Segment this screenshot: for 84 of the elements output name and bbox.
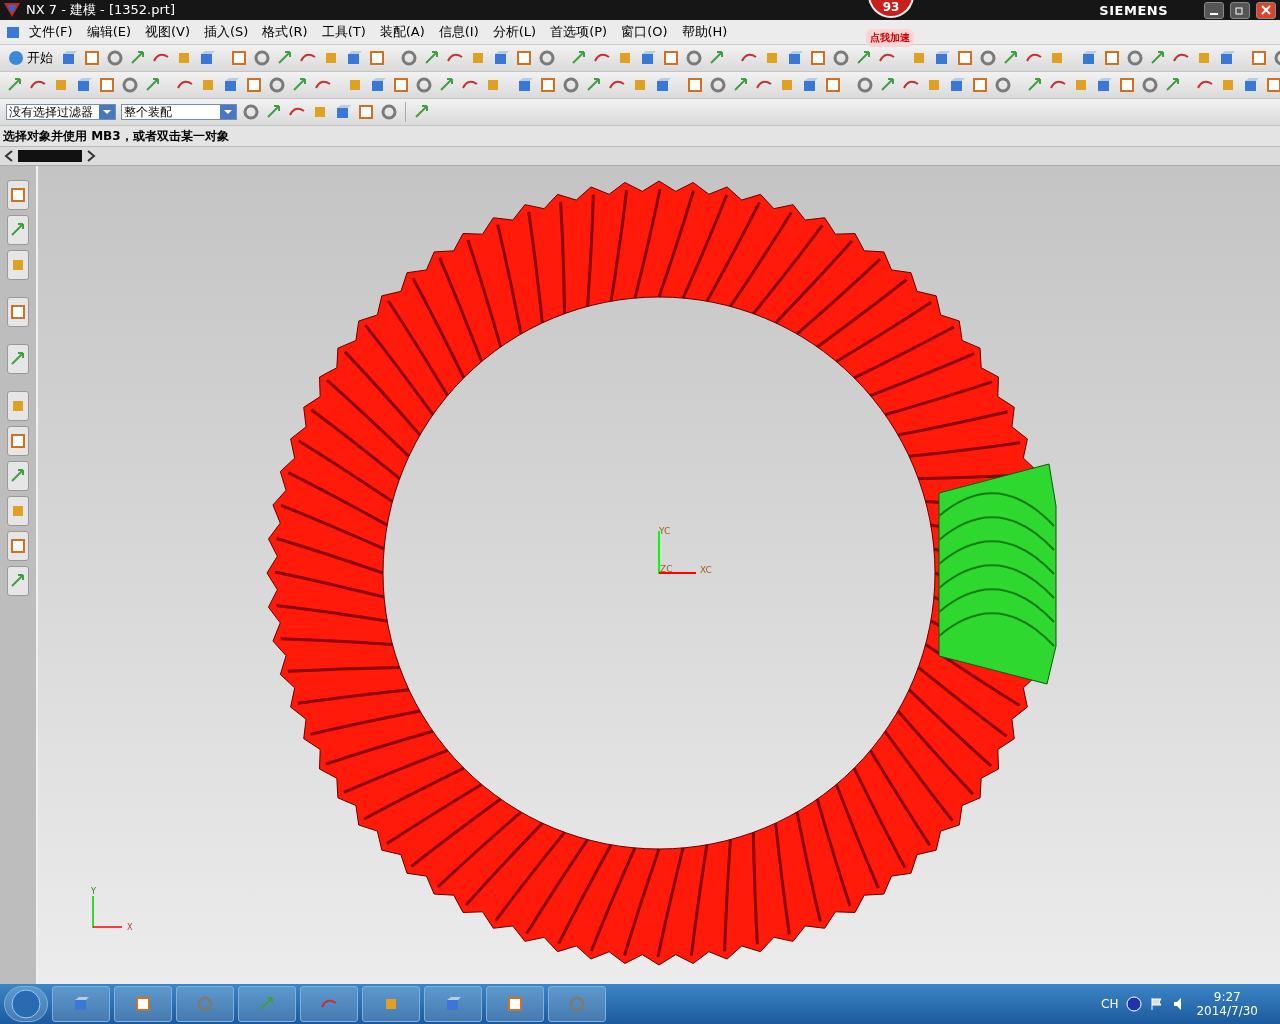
cube-icon[interactable] [75, 76, 93, 94]
axis-label: ZC [660, 564, 673, 574]
cube-icon[interactable] [60, 49, 78, 67]
app-logo-icon [4, 3, 20, 17]
taskbar-app-button[interactable] [300, 986, 358, 1022]
cube-icon[interactable] [1095, 76, 1113, 94]
brand-logo: SIEMENS [1099, 2, 1168, 18]
resource-bar-button[interactable] [7, 180, 29, 210]
flag-icon[interactable] [1150, 997, 1165, 1011]
resource-bar-button[interactable] [7, 215, 29, 245]
axis-label: Y [91, 887, 96, 896]
menu-item[interactable]: 工具(T) [314, 23, 373, 41]
resource-bar-button[interactable] [7, 344, 29, 374]
start-button[interactable]: 开始 [6, 49, 55, 67]
globe-icon [8, 50, 24, 66]
cube-icon[interactable] [369, 76, 387, 94]
clock-date[interactable]: 2014/7/30 [1196, 1004, 1258, 1018]
cube-icon[interactable] [345, 49, 363, 67]
speedup-label[interactable]: 点我加速 [866, 29, 914, 47]
taskbar-app-button[interactable] [114, 986, 172, 1022]
cube-icon[interactable] [1080, 49, 1098, 67]
resource-bar-button[interactable] [7, 250, 29, 280]
resource-bar-button[interactable] [7, 531, 29, 561]
cue-line-text: 选择对象并使用 MB3，或者双击某一对象 [3, 127, 229, 145]
axis-label: XC [700, 565, 712, 575]
minimize-button[interactable] [1204, 1, 1224, 19]
cube-icon[interactable] [198, 49, 216, 67]
resource-bar-button[interactable] [7, 566, 29, 596]
menu-item[interactable]: 视图(V) [138, 23, 198, 41]
taskbar-app-button[interactable] [52, 986, 110, 1022]
cube-icon[interactable] [1242, 76, 1260, 94]
menu-item[interactable]: 信息(I) [431, 23, 486, 41]
cube-icon[interactable] [948, 76, 966, 94]
cube-icon[interactable] [444, 995, 462, 1013]
dropdown-caret-icon[interactable] [220, 105, 236, 119]
help-icon[interactable] [1126, 996, 1143, 1012]
taskbar-app-button[interactable] [548, 986, 606, 1022]
absolute-axes-drawing [92, 895, 123, 929]
cube-icon[interactable] [639, 49, 657, 67]
cube-icon[interactable] [516, 76, 534, 94]
menu-item[interactable]: 首选项(P) [543, 23, 615, 41]
windows-logo-icon [11, 989, 41, 1019]
resource-bar-button[interactable] [7, 496, 29, 526]
clock-time[interactable]: 9:27 [1213, 990, 1241, 1004]
menu-item[interactable]: 装配(A) [372, 23, 432, 41]
cube-icon[interactable] [654, 76, 672, 94]
menu-item[interactable]: 格式(R) [255, 23, 315, 41]
taskbar-app-button[interactable] [424, 986, 482, 1022]
cube-icon[interactable] [1218, 49, 1236, 67]
dropdown-caret-icon[interactable] [99, 105, 115, 119]
minimize-icon [1210, 12, 1218, 15]
restore-button[interactable] [1230, 1, 1250, 19]
selection-filter-dropdown[interactable]: 没有选择过滤器 [6, 104, 116, 120]
taskbar-app-button[interactable] [176, 986, 234, 1022]
restore-icon [1235, 5, 1245, 15]
axis-label: X [127, 923, 133, 932]
menu-item[interactable]: 文件(F) [22, 23, 80, 41]
menu-item[interactable]: 分析(L) [485, 23, 544, 41]
cube-icon[interactable] [801, 76, 819, 94]
close-icon [1261, 5, 1271, 15]
taskbar-app-button[interactable] [362, 986, 420, 1022]
selection-scope-dropdown[interactable]: 整个装配 [121, 104, 237, 120]
notification-badge[interactable]: 93 [868, 0, 914, 18]
cube-icon[interactable] [933, 49, 951, 67]
cube-icon[interactable] [492, 49, 510, 67]
resource-bar-button[interactable] [7, 461, 29, 491]
menu-item[interactable]: 编辑(E) [79, 23, 138, 41]
window-title: NX 7 - 建模 - [1352.prt] [26, 1, 175, 19]
menu-item[interactable]: 窗口(O) [614, 23, 675, 41]
input-language-indicator[interactable]: CH [1101, 997, 1119, 1011]
resource-bar-button[interactable] [7, 391, 29, 421]
axis-label: YC [659, 526, 671, 536]
menu-item[interactable]: 帮助(H) [674, 23, 735, 41]
cube-icon[interactable] [786, 49, 804, 67]
resource-bar-button[interactable] [7, 426, 29, 456]
taskbar-app-button[interactable] [238, 986, 296, 1022]
cube-icon[interactable] [334, 103, 352, 121]
close-button[interactable] [1256, 1, 1276, 19]
taskbar-app-button[interactable] [486, 986, 544, 1022]
menu-item[interactable]: 插入(S) [197, 23, 256, 41]
cube-icon[interactable] [222, 76, 240, 94]
start-orb-button[interactable] [4, 986, 48, 1022]
resource-bar-button[interactable] [7, 297, 29, 327]
cube-icon[interactable] [72, 995, 90, 1013]
